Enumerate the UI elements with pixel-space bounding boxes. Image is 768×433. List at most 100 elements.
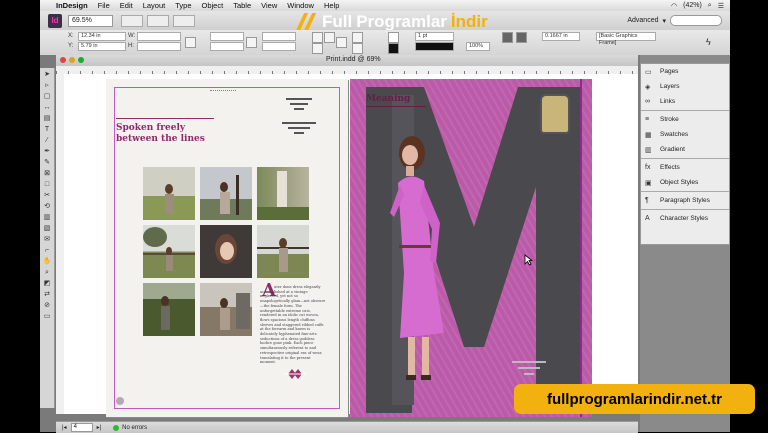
- stroke-type-field[interactable]: [415, 42, 454, 51]
- select-content-icon[interactable]: [352, 43, 363, 54]
- text-wrap-icon[interactable]: [502, 32, 513, 43]
- panel-object-styles[interactable]: ▣ Object Styles: [641, 175, 729, 190]
- select-container-icon[interactable]: [352, 32, 363, 43]
- search-icon[interactable]: ⌕: [708, 2, 712, 10]
- panel-stroke[interactable]: ≡ Stroke: [641, 112, 729, 127]
- x-position-field[interactable]: 12.34 in: [78, 32, 126, 41]
- stroke-swatch-icon[interactable]: [388, 43, 399, 54]
- flip-horizontal-icon[interactable]: [324, 32, 335, 43]
- page-tool-icon[interactable]: ▢: [42, 92, 52, 101]
- reference-point-icon[interactable]: [246, 37, 257, 48]
- body-text-frame[interactable]: uter done dress elegantly accomplished a…: [260, 285, 326, 365]
- y-position-field[interactable]: 5.79 in: [78, 42, 126, 51]
- line-tool-icon[interactable]: ⁄: [42, 136, 52, 145]
- gap-tool-icon[interactable]: ↔: [42, 103, 52, 112]
- shear-field[interactable]: [262, 42, 296, 51]
- photo-thumbnail[interactable]: [257, 225, 309, 278]
- screen-mode-icon[interactable]: ▭: [42, 312, 52, 321]
- pasteboard[interactable]: Spoken freely between the lines A uter d…: [64, 74, 638, 417]
- direct-selection-tool-icon[interactable]: ▹: [42, 81, 52, 90]
- stroke-weight-field[interactable]: 1 pt: [415, 32, 454, 41]
- panel-layers[interactable]: ◈ Layers: [641, 79, 729, 94]
- gradient-feather-tool-icon[interactable]: ▧: [42, 224, 52, 233]
- menu-edit[interactable]: Edit: [120, 1, 133, 10]
- selection-tool-icon[interactable]: ➤: [42, 70, 52, 79]
- screen-mode-button[interactable]: [147, 14, 169, 27]
- chevron-down-icon[interactable]: ▾: [662, 17, 666, 25]
- flip-vertical-icon[interactable]: [312, 43, 323, 54]
- menu-file[interactable]: File: [98, 1, 110, 10]
- left-page[interactable]: Spoken freely between the lines A uter d…: [106, 79, 348, 417]
- document-tab-title[interactable]: Print.indd @ 69%: [326, 56, 381, 63]
- rectangle-frame-tool-icon[interactable]: ⊠: [42, 169, 52, 178]
- menu-object[interactable]: Object: [202, 1, 224, 10]
- left-page-heading[interactable]: Spoken freely between the lines: [116, 123, 205, 145]
- panel-character-styles[interactable]: A Character Styles: [641, 211, 729, 226]
- photo-thumbnail[interactable]: [143, 283, 195, 336]
- wifi-icon[interactable]: ◠: [671, 2, 677, 10]
- fill-stroke-icon[interactable]: ◩: [42, 279, 52, 288]
- menu-window[interactable]: Window: [287, 1, 314, 10]
- zoom-level-field[interactable]: 69.5%: [68, 14, 113, 27]
- right-page[interactable]: Meaning: [350, 79, 592, 417]
- panel-swatches[interactable]: ▦ Swatches: [641, 127, 729, 142]
- scale-x-field[interactable]: [210, 32, 244, 41]
- next-page-icon[interactable]: ▸|: [97, 424, 102, 431]
- panel-pages[interactable]: ▭ Pages: [641, 64, 729, 79]
- close-window-icon[interactable]: [60, 57, 66, 63]
- text-wrap-around-icon[interactable]: [516, 32, 527, 43]
- arrange-documents-button[interactable]: [173, 14, 195, 27]
- hand-tool-icon[interactable]: ✋: [42, 257, 52, 266]
- rotate-90-icon[interactable]: [312, 32, 323, 43]
- first-page-icon[interactable]: |◂: [62, 424, 67, 431]
- photo-thumbnail[interactable]: [200, 167, 252, 220]
- note-tool-icon[interactable]: ✉: [42, 235, 52, 244]
- height-field[interactable]: [137, 42, 181, 51]
- menu-layout[interactable]: Layout: [143, 1, 166, 10]
- menu-table[interactable]: Table: [233, 1, 251, 10]
- type-tool-icon[interactable]: T: [42, 125, 52, 134]
- panel-effects[interactable]: fx Effects: [641, 160, 729, 175]
- menu-help[interactable]: Help: [324, 1, 339, 10]
- zoom-tool-icon[interactable]: ⌕: [42, 268, 52, 277]
- menu-type[interactable]: Type: [175, 1, 191, 10]
- photo-thumbnail[interactable]: [200, 225, 252, 278]
- rectangle-tool-icon[interactable]: □: [42, 180, 52, 189]
- eyedropper-tool-icon[interactable]: ⌐: [42, 246, 52, 255]
- swap-fill-stroke-icon[interactable]: ⇄: [42, 290, 52, 299]
- battery-status[interactable]: (42%): [683, 2, 702, 9]
- menu-view[interactable]: View: [261, 1, 277, 10]
- scissors-tool-icon[interactable]: ✂: [42, 191, 52, 200]
- photo-thumbnail[interactable]: [143, 167, 195, 220]
- panel-gradient[interactable]: ▥ Gradient: [641, 142, 729, 157]
- right-page-heading[interactable]: Meaning: [366, 94, 410, 104]
- minimize-window-icon[interactable]: [69, 57, 75, 63]
- panel-paragraph-styles[interactable]: ¶ Paragraph Styles: [641, 193, 729, 208]
- view-options-button[interactable]: [121, 14, 143, 27]
- preflight-status[interactable]: No errors: [113, 424, 147, 431]
- content-collector-icon[interactable]: ▤: [42, 114, 52, 123]
- list-icon[interactable]: ☰: [718, 2, 724, 10]
- help-search-field[interactable]: [670, 15, 722, 26]
- zoom-window-icon[interactable]: [78, 57, 84, 63]
- panel-links[interactable]: ∞ Links: [641, 94, 729, 109]
- model-photo[interactable]: [390, 133, 500, 393]
- workspace-label[interactable]: Advanced: [627, 17, 658, 24]
- width-field[interactable]: [137, 32, 181, 41]
- pen-tool-icon[interactable]: ✒: [42, 147, 52, 156]
- photo-thumbnail[interactable]: [143, 225, 195, 278]
- fill-swatch-icon[interactable]: [388, 32, 399, 43]
- corner-size-field[interactable]: 0.1667 in: [542, 32, 580, 41]
- apply-none-icon[interactable]: ⊘: [42, 301, 52, 310]
- constrain-proportions-icon[interactable]: [185, 37, 196, 48]
- photo-thumbnail[interactable]: [257, 167, 309, 220]
- opacity-field[interactable]: 100%: [466, 42, 490, 51]
- gradient-swatch-tool-icon[interactable]: ▥: [42, 213, 52, 222]
- page-number-field[interactable]: 4: [70, 423, 93, 432]
- photo-thumbnail[interactable]: [200, 283, 252, 336]
- lightning-icon[interactable]: ϟ: [706, 37, 715, 47]
- free-transform-tool-icon[interactable]: ⟲: [42, 202, 52, 211]
- scale-y-field[interactable]: [210, 42, 244, 51]
- menu-app-name[interactable]: InDesign: [56, 1, 88, 10]
- rotate-field[interactable]: [262, 32, 296, 41]
